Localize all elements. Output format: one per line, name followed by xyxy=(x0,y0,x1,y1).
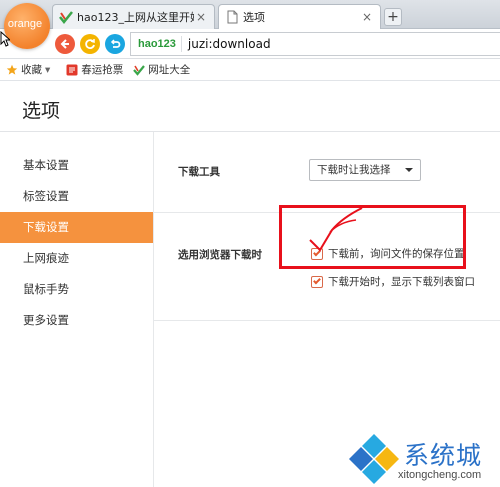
page-icon xyxy=(225,10,239,24)
tab-close-icon[interactable]: × xyxy=(360,10,374,24)
bookmark-favorites[interactable]: 收藏 ▾ xyxy=(6,62,50,77)
checkmark-icon xyxy=(313,276,321,284)
download-tool-value: 下载时让我选择 xyxy=(317,164,391,176)
bookmark-spring-tickets[interactable]: 春运抢票 xyxy=(66,62,123,77)
annotation-check-mark xyxy=(309,207,363,252)
address-bar[interactable]: hao123 juzi:download xyxy=(130,32,500,56)
sidebar-item-more[interactable]: 更多设置 xyxy=(0,305,153,336)
settings-sidebar: 基本设置 标签设置 下载设置 上网痕迹 鼠标手势 更多设置 xyxy=(0,150,153,336)
sidebar-item-tabs[interactable]: 标签设置 xyxy=(0,181,153,212)
browser-window: hao123_上网从这里开始 × 选项 × + orange hao123 ju xyxy=(0,0,500,487)
refresh-button[interactable] xyxy=(80,34,100,54)
bookmarks-bar: 收藏 ▾ 春运抢票 网址大全 xyxy=(0,59,500,81)
tab-label: hao123_上网从这里开始 xyxy=(77,11,194,24)
refresh-icon xyxy=(85,39,95,49)
option-label: 下载开始时，显示下载列表窗口 xyxy=(328,276,475,288)
show-list-checkbox[interactable] xyxy=(311,275,323,288)
bookmark-label: 收藏 xyxy=(21,64,42,76)
sidebar-item-history[interactable]: 上网痕迹 xyxy=(0,243,153,274)
download-tool-select[interactable]: 下载时让我选择 xyxy=(309,159,421,181)
hao123-favicon-icon xyxy=(59,10,73,25)
navigation-bar: hao123 juzi:download xyxy=(0,29,500,59)
sidebar-item-download[interactable]: 下载设置 xyxy=(0,212,153,243)
watermark-text: 系统城 xyxy=(404,441,483,470)
sidebar-item-basic[interactable]: 基本设置 xyxy=(0,150,153,181)
address-url[interactable]: juzi:download xyxy=(182,37,271,51)
star-icon xyxy=(6,64,18,75)
mouse-cursor-icon xyxy=(0,31,10,47)
tab-close-icon[interactable]: × xyxy=(194,10,208,24)
dropdown-arrow-icon xyxy=(405,168,413,172)
home-button[interactable] xyxy=(105,34,125,54)
option-show-download-list[interactable]: 下载开始时，显示下载列表窗口 xyxy=(311,274,475,289)
hao123-check-icon xyxy=(133,64,146,76)
browser-download-label: 选用浏览器下载时 xyxy=(178,249,262,261)
new-tab-button[interactable]: + xyxy=(384,8,402,26)
address-brand: hao123 xyxy=(131,36,182,52)
sidebar-divider xyxy=(153,132,154,487)
divider xyxy=(0,131,500,132)
section-divider xyxy=(154,320,500,321)
undo-icon xyxy=(110,39,121,48)
watermark-url: xitongcheng.com xyxy=(398,469,482,481)
orange-browser-logo[interactable]: orange xyxy=(4,3,50,49)
bookmark-site-directory[interactable]: 网址大全 xyxy=(133,62,190,77)
back-arrow-icon xyxy=(60,39,69,49)
download-tool-label: 下载工具 xyxy=(178,166,220,178)
back-button[interactable] xyxy=(55,34,75,54)
dropdown-icon[interactable]: ▾ xyxy=(45,64,50,76)
ticket-icon xyxy=(66,64,78,75)
bookmark-label: 网址大全 xyxy=(148,64,191,76)
page-title: 选项 xyxy=(22,100,61,122)
sidebar-item-gestures[interactable]: 鼠标手势 xyxy=(0,274,153,305)
tab-hao123[interactable]: hao123_上网从这里开始 × xyxy=(52,4,215,29)
tab-strip: hao123_上网从这里开始 × 选项 × + xyxy=(0,0,500,29)
bookmark-label: 春运抢票 xyxy=(81,64,124,76)
logo-text: orange xyxy=(7,18,43,30)
tab-options[interactable]: 选项 × xyxy=(218,4,381,29)
tab-label: 选项 xyxy=(243,11,265,24)
